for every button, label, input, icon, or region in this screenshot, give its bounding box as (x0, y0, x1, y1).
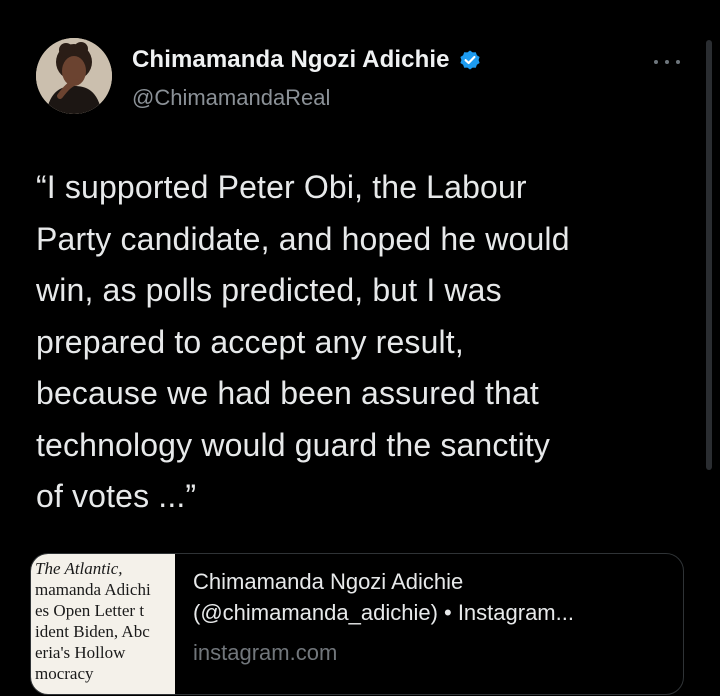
tweet-text: “I supported Peter Obi, the Labour Party… (36, 169, 570, 514)
link-card-title[interactable]: Chimamanda Ngozi Adichie (@chimamanda_ad… (193, 566, 673, 628)
author-display-name[interactable]: Chimamanda Ngozi Adichie (132, 46, 450, 74)
more-dot (654, 60, 658, 64)
more-dot (665, 60, 669, 64)
verified-badge-icon (458, 48, 482, 72)
thumbnail-headline: mamanda Adichi es Open Letter t ident Bi… (35, 580, 151, 683)
link-card-domain[interactable]: instagram.com (193, 640, 673, 666)
profile-photo (36, 38, 112, 114)
author-name-row[interactable]: Chimamanda Ngozi Adichie (132, 46, 482, 74)
thumbnail-publication: The Atlantic, (35, 559, 123, 578)
link-card-body[interactable]: Chimamanda Ngozi Adichie (@chimamanda_ad… (193, 566, 673, 666)
scrollbar[interactable] (706, 40, 712, 470)
more-horizontal-icon[interactable] (654, 58, 680, 66)
link-card-thumbnail[interactable]: The Atlantic, mamanda Adichi es Open Let… (31, 554, 175, 694)
link-card[interactable]: The Atlantic, mamanda Adichi es Open Let… (30, 553, 684, 695)
avatar[interactable] (36, 38, 112, 114)
more-dot (676, 60, 680, 64)
tweet: Chimamanda Ngozi Adichie @ChimamandaReal… (0, 0, 720, 696)
author-handle[interactable]: @ChimamandaReal (132, 85, 330, 111)
thumbnail-text-block: The Atlantic, mamanda Adichi es Open Let… (35, 558, 175, 684)
